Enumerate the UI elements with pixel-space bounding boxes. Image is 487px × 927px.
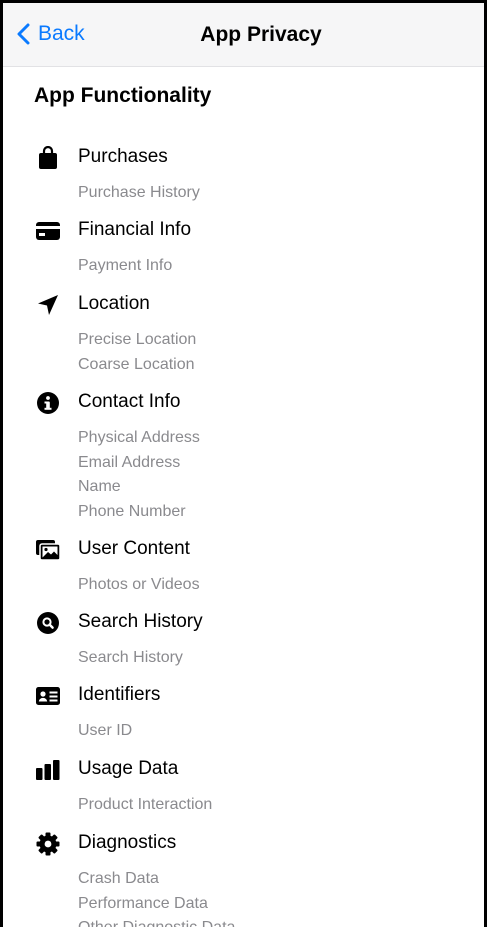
data-type-item: Other Diagnostic Data	[78, 916, 235, 927]
data-type-item: Purchase History	[78, 184, 200, 201]
search-circle-icon	[35, 610, 61, 636]
data-type-item: Physical Address	[78, 429, 200, 446]
data-type-item: Name	[78, 478, 121, 495]
data-type-item: Phone Number	[78, 502, 186, 520]
data-type-item: Coarse Location	[78, 355, 195, 373]
section-heading: App Functionality	[34, 84, 212, 107]
data-type-item: Precise Location	[78, 331, 197, 348]
category-label: Identifiers	[78, 684, 161, 705]
data-type-item: Photos or Videos	[78, 576, 200, 593]
category-label: Financial Info	[78, 219, 192, 240]
credit-card-icon	[35, 218, 61, 244]
data-types-list: User ID	[78, 719, 132, 744]
info-circle-icon	[35, 390, 61, 416]
gear-icon	[35, 831, 61, 857]
category-label: Contact Info	[78, 391, 181, 412]
category-label: User Content	[78, 538, 190, 559]
category-label: Diagnostics	[78, 832, 177, 853]
location-arrow-icon	[35, 292, 61, 318]
navigation-bar: Back App Privacy	[3, 3, 484, 67]
data-types-list: Photos or Videos	[78, 573, 200, 598]
data-types-list: Crash Data Performance Data Other Diagno…	[78, 867, 235, 927]
category-label: Location	[78, 293, 150, 314]
data-type-item: Crash Data	[78, 870, 159, 887]
data-type-item: Search History	[78, 649, 183, 666]
photos-icon	[35, 537, 61, 563]
bar-chart-icon	[35, 757, 61, 783]
data-type-item: Product Interaction	[78, 796, 213, 813]
data-type-item: Performance Data	[78, 894, 208, 912]
page-title: App Privacy	[200, 23, 322, 46]
data-types-list: Search History	[78, 646, 183, 671]
data-types-list: Product Interaction	[78, 793, 212, 818]
data-type-item: Payment Info	[78, 257, 173, 274]
data-types-list: Physical Address Email Address Name Phon…	[78, 426, 200, 524]
data-type-item: User ID	[78, 722, 133, 739]
shopping-bag-icon	[35, 145, 61, 171]
data-type-item: Email Address	[78, 453, 181, 471]
category-label: Purchases	[78, 146, 168, 167]
data-types-list: Payment Info	[78, 254, 172, 279]
app-privacy-screen: Back App Privacy App Functionality Purch…	[3, 3, 484, 927]
category-label: Search History	[78, 611, 203, 632]
data-types-list: Precise Location Coarse Location	[78, 328, 196, 377]
category-label: Usage Data	[78, 758, 179, 779]
id-card-icon	[35, 683, 61, 709]
data-types-list: Purchase History	[78, 181, 200, 206]
